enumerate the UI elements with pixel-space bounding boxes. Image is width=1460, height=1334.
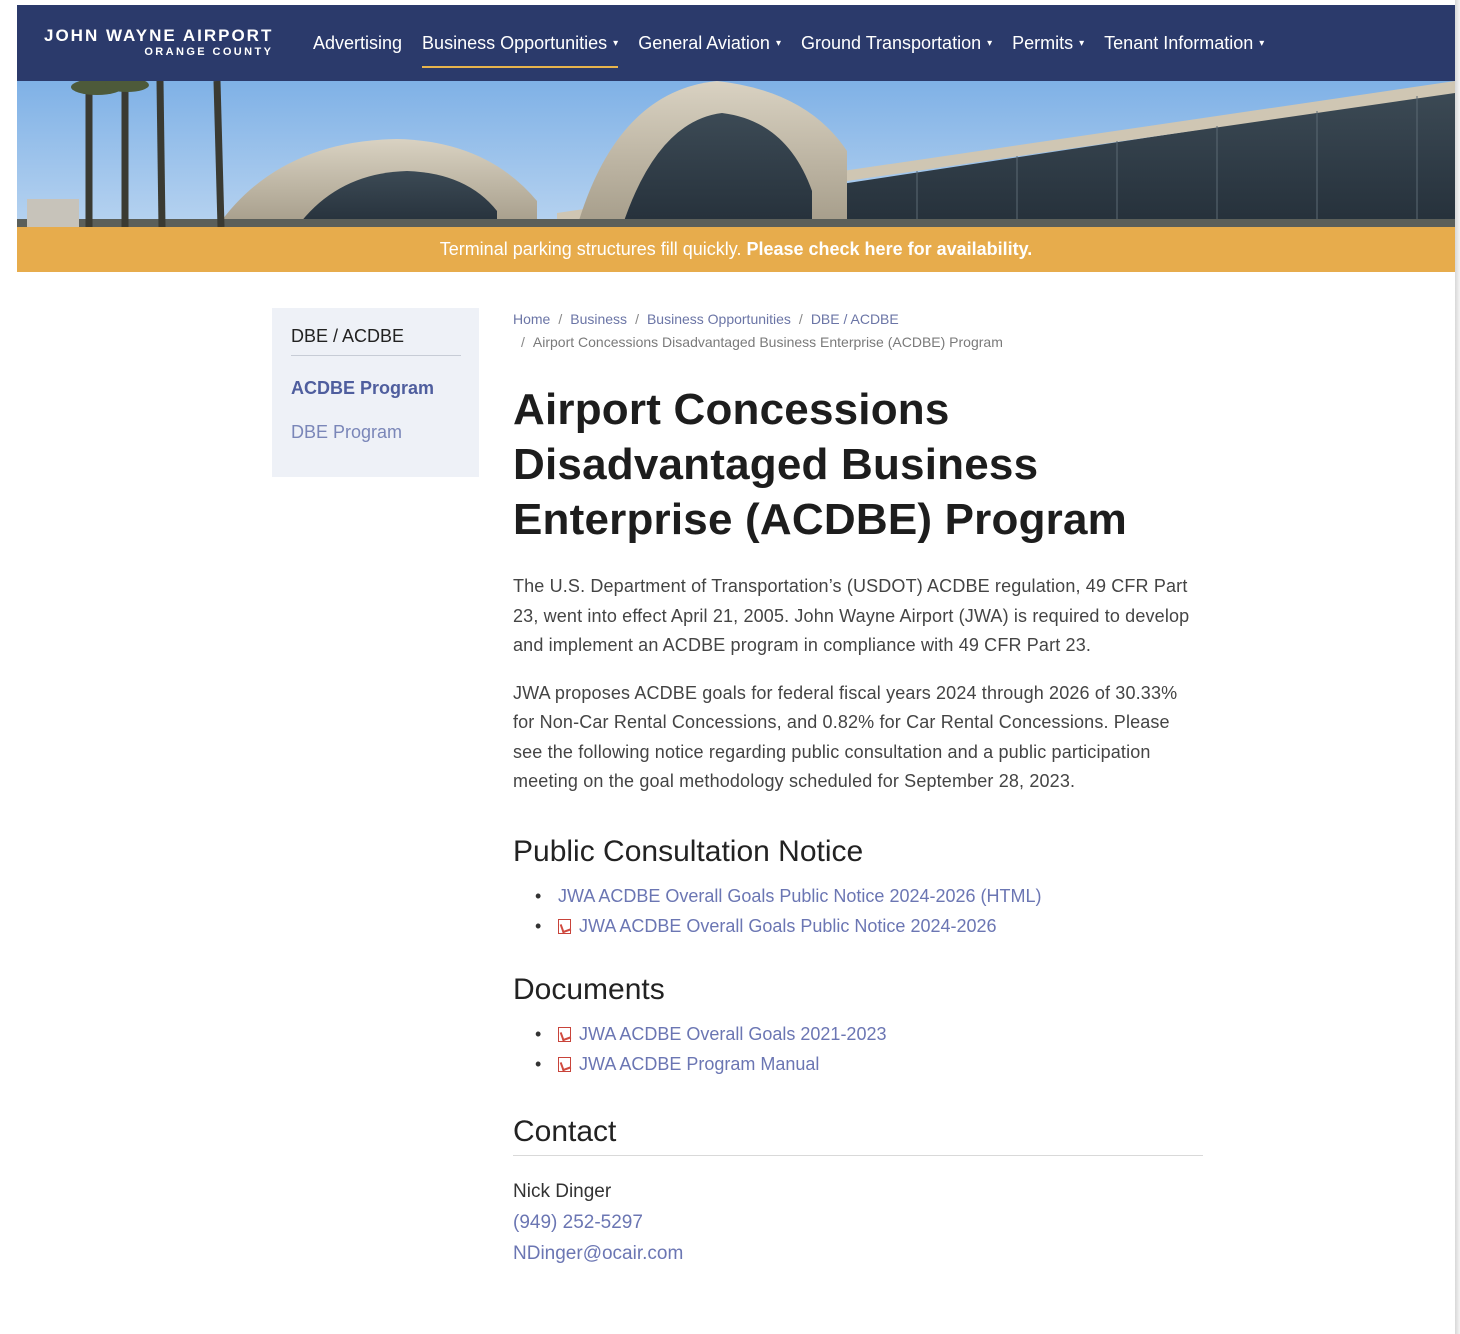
- alert-text: Terminal parking structures fill quickly…: [439, 239, 742, 259]
- list-item[interactable]: JWA ACDBE Overall Goals 2021-2023: [535, 1019, 1203, 1049]
- contact-phone-link[interactable]: (949) 252-5297: [513, 1207, 1203, 1238]
- nav-label: Ground Transportation: [800, 32, 982, 53]
- main-content: Home / Business / Business Opportunities / DBE…: [513, 308, 1203, 1269]
- notice-links-list: JWA ACDBE Overall Goals Public Notice 20…: [513, 881, 1203, 941]
- documents-list: JWA ACDBE Overall Goals 2021-2023 JWA AC…: [513, 1019, 1203, 1079]
- logo-line1: JOHN WAYNE AIRPORT: [44, 26, 274, 45]
- nav-label: General Aviation: [638, 32, 770, 53]
- notice-pdf-link[interactable]: JWA ACDBE Overall Goals Public Notice 20…: [579, 916, 997, 936]
- notice-html-link[interactable]: JWA ACDBE Overall Goals Public Notice 20…: [558, 886, 1042, 906]
- nav-tenant-information[interactable]: Tenant Information ▾: [1094, 5, 1274, 81]
- terminal-illustration: [17, 81, 1455, 227]
- chevron-down-icon: ▾: [775, 37, 781, 49]
- main-nav: Advertising Business Opportunities ▾ Gen…: [303, 5, 1274, 81]
- sidebar-item-dbe-program[interactable]: DBE Program: [291, 422, 461, 443]
- pdf-icon: [558, 1026, 571, 1042]
- chevron-down-icon: ▾: [1079, 37, 1085, 49]
- sidebar-item-acdbe-program[interactable]: ACDBE Program: [291, 378, 461, 399]
- intro-paragraph: The U.S. Department of Transportation’s …: [513, 576, 1190, 655]
- breadcrumb-separator: /: [635, 311, 639, 327]
- breadcrumb-separator: /: [521, 334, 525, 350]
- sidebar-title: DBE / ACDBE: [291, 326, 461, 356]
- contact-heading: Contact: [513, 1115, 1203, 1156]
- alert-link[interactable]: Please check here for availability.: [746, 239, 1032, 259]
- nav-permits[interactable]: Permits ▾: [1002, 5, 1094, 81]
- nav-label: Tenant Information: [1104, 32, 1254, 53]
- chevron-down-icon: ▾: [613, 37, 619, 49]
- breadcrumb-separator: /: [558, 311, 563, 327]
- breadcrumb-business[interactable]: Business: [570, 311, 627, 327]
- site-logo[interactable]: JOHN WAYNE AIRPORT ORANGE COUNTY: [44, 26, 273, 59]
- page: JOHN WAYNE AIRPORT ORANGE COUNTY Adverti…: [17, 5, 1455, 1334]
- breadcrumb-separator: /: [798, 311, 803, 327]
- chevron-down-icon: ▾: [987, 37, 993, 49]
- program-manual-doc-link[interactable]: JWA ACDBE Program Manual: [579, 1054, 819, 1074]
- nav-label: Permits: [1012, 32, 1074, 53]
- contact-block: Nick Dinger (949) 252-5297 NDinger@ocair…: [513, 1176, 1203, 1269]
- list-item[interactable]: JWA ACDBE Overall Goals Public Notice 20…: [535, 881, 1203, 911]
- breadcrumb-current: Airport Concessions Disadvantaged Busine…: [532, 334, 1003, 350]
- goals-paragraph: JWA proposes ACDBE goals for federal fis…: [513, 682, 1178, 792]
- navbar: JOHN WAYNE AIRPORT ORANGE COUNTY Adverti…: [17, 5, 1455, 81]
- nav-general-aviation[interactable]: General Aviation ▾: [628, 5, 791, 81]
- hero-terminal-image: [17, 81, 1455, 227]
- breadcrumb: Home / Business / Business Opportunities / DBE…: [513, 308, 1203, 354]
- contact-email-link[interactable]: NDinger@ocair.com: [513, 1238, 1203, 1269]
- nav-label: Advertising: [313, 32, 403, 53]
- breadcrumb-home[interactable]: Home: [513, 311, 550, 327]
- pdf-icon: [558, 1056, 571, 1072]
- breadcrumb-business-opportunities[interactable]: Business Opportunities: [647, 311, 791, 327]
- nav-advertising[interactable]: Advertising: [303, 5, 412, 81]
- breadcrumb-dbe-acdbe[interactable]: DBE / ACDBE: [811, 311, 899, 327]
- list-item[interactable]: JWA ACDBE Overall Goals Public Notice 20…: [535, 911, 1203, 941]
- list-item[interactable]: JWA ACDBE Program Manual: [535, 1049, 1203, 1079]
- documents-heading: Documents: [513, 972, 665, 1006]
- chevron-down-icon: ▾: [1259, 37, 1265, 49]
- nav-label: Business Opportunities: [422, 32, 608, 53]
- pdf-icon: [558, 918, 571, 934]
- nav-business-opportunities[interactable]: Business Opportunities ▾: [412, 5, 628, 81]
- overall-goals-doc-link[interactable]: JWA ACDBE Overall Goals 2021-2023: [579, 1024, 886, 1044]
- parking-alert-bar[interactable]: Terminal parking structures fill quickly…: [17, 227, 1455, 272]
- window-edge: [1455, 0, 1460, 1334]
- logo-line2: ORANGE COUNTY: [144, 46, 274, 58]
- page-title: Airport Concessions Disadvantaged Busine…: [513, 385, 1127, 544]
- notice-heading: Public Consultation Notice: [513, 834, 864, 868]
- contact-name: Nick Dinger: [513, 1180, 612, 1202]
- section-sidebar: DBE / ACDBE ACDBE Program DBE Program: [272, 308, 479, 477]
- nav-ground-transportation[interactable]: Ground Transportation ▾: [791, 5, 1002, 81]
